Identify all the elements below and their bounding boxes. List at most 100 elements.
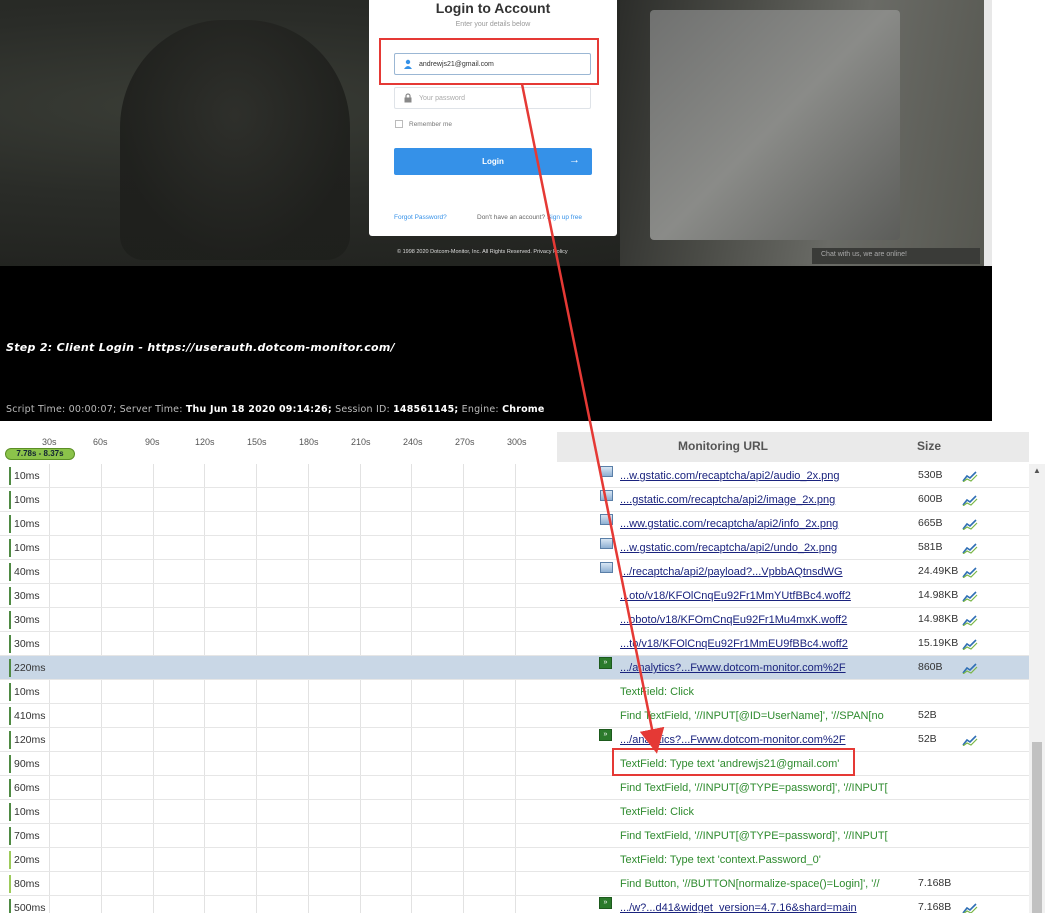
login-button[interactable]: Login → xyxy=(394,148,592,175)
timeline-tick: 90s xyxy=(145,437,160,447)
scroll-thumb[interactable] xyxy=(1032,742,1042,913)
no-account-text: Don't have an account? Sign up free xyxy=(477,214,582,221)
size-value: 52B xyxy=(918,733,937,745)
duration-bar xyxy=(9,539,11,557)
remember-me[interactable]: Remember me xyxy=(395,120,452,128)
size-value: 7.168B xyxy=(918,901,952,913)
url-column-header[interactable]: Monitoring URL xyxy=(678,439,768,453)
script-file-icon: » xyxy=(599,729,612,741)
timeline-tick: 150s xyxy=(247,437,267,447)
action-text: Find Button, '//BUTTON[normalize-space()… xyxy=(620,878,880,890)
trend-chart-icon[interactable] xyxy=(962,590,978,602)
password-placeholder: Your password xyxy=(419,94,466,102)
url-link[interactable]: .../analytics?...Fwww.dotcom-monitor.com… xyxy=(620,734,890,746)
image-file-icon xyxy=(600,466,613,477)
url-link[interactable]: .../analytics?...Fwww.dotcom-monitor.com… xyxy=(620,662,890,674)
trend-chart-icon[interactable] xyxy=(962,542,978,554)
duration-bar xyxy=(9,563,11,581)
trend-chart-icon[interactable] xyxy=(962,494,978,506)
action-text: Find TextField, '//INPUT[@ID=UserName]',… xyxy=(620,710,884,722)
duration-label: 10ms xyxy=(14,494,40,506)
size-column-header[interactable]: Size xyxy=(917,439,941,453)
timeline-tick: 240s xyxy=(403,437,423,447)
signup-link[interactable]: Sign up free xyxy=(547,214,582,221)
url-link[interactable]: ...oboto/v18/KFOmCnqEu92Fr1Mu4mxK.woff2 xyxy=(620,614,890,626)
action-text: TextField: Click xyxy=(620,686,694,698)
duration-label: 500ms xyxy=(14,902,46,913)
screenshot-scrollbar xyxy=(984,0,992,266)
image-file-icon xyxy=(600,490,613,501)
size-value: 530B xyxy=(918,469,943,481)
password-field[interactable]: Your password xyxy=(394,87,591,109)
url-link[interactable]: ...oto/v18/KFOlCnqEu92Fr1MmYUtfBBc4.woff… xyxy=(620,590,890,602)
url-link[interactable]: ...w.gstatic.com/recaptcha/api2/undo_2x.… xyxy=(620,542,890,554)
forgot-password-link[interactable]: Forgot Password? xyxy=(394,214,447,221)
duration-label: 120ms xyxy=(14,734,46,746)
login-card: Login to Account Enter your details belo… xyxy=(369,0,617,236)
chat-widget[interactable]: Chat with us, we are online! xyxy=(812,248,980,264)
url-table-header xyxy=(557,432,1029,462)
script-time-value: 00:00:07; xyxy=(68,404,117,415)
duration-bar xyxy=(9,515,11,533)
url-link[interactable]: .../recaptcha/api2/payload?...VpbbAQtnsd… xyxy=(620,566,890,578)
trend-chart-icon[interactable] xyxy=(962,662,978,674)
duration-bar xyxy=(9,635,11,653)
size-value: 860B xyxy=(918,661,943,673)
session-label: Session ID: xyxy=(335,404,390,415)
duration-label: 90ms xyxy=(14,758,40,770)
duration-label: 10ms xyxy=(14,518,40,530)
trend-chart-icon[interactable] xyxy=(962,638,978,650)
timeline-tick: 120s xyxy=(195,437,215,447)
duration-label: 70ms xyxy=(14,830,40,842)
duration-label: 20ms xyxy=(14,854,40,866)
range-badge[interactable]: 7.78s - 8.37s xyxy=(5,448,75,460)
duration-bar xyxy=(9,827,11,845)
timeline-tick: 60s xyxy=(93,437,108,447)
arrow-right-icon: → xyxy=(569,154,580,166)
duration-label: 30ms xyxy=(14,638,40,650)
duration-bar xyxy=(9,467,11,485)
duration-label: 410ms xyxy=(14,710,46,722)
trend-chart-icon[interactable] xyxy=(962,470,978,482)
trend-chart-icon[interactable] xyxy=(962,614,978,626)
timeline-tick: 180s xyxy=(299,437,319,447)
url-link[interactable]: .../w?...d41&widget_version=4.7.16&shard… xyxy=(620,902,890,913)
no-account-label: Don't have an account? xyxy=(477,214,546,221)
duration-bar xyxy=(9,755,11,773)
duration-bar xyxy=(9,683,11,701)
session-id-value: 148561145; xyxy=(393,404,459,415)
duration-label: 10ms xyxy=(14,542,40,554)
step-info-band: Step 2: Client Login - https://userauth.… xyxy=(0,266,992,421)
timeline-header: 30s 60s 90s 120s 150s 180s 210s 240s 270s 300s xyxy=(0,432,557,462)
url-link[interactable]: ...w.gstatic.com/recaptcha/api2/audio_2x… xyxy=(620,470,890,482)
size-value: 7.168B xyxy=(918,877,952,889)
script-info-line: Script Time: 00:00:07; Server Time: Thu … xyxy=(6,404,545,415)
duration-bar xyxy=(9,611,11,629)
remember-checkbox[interactable] xyxy=(395,120,403,128)
duration-bar xyxy=(9,899,11,913)
action-text: TextField: Type text 'context.Password_0… xyxy=(620,854,821,866)
duration-bar xyxy=(9,803,11,821)
background-person xyxy=(120,20,350,260)
engine-label: Engine: xyxy=(461,404,499,415)
duration-label: 80ms xyxy=(14,878,40,890)
duration-label: 30ms xyxy=(14,614,40,626)
trend-chart-icon[interactable] xyxy=(962,902,978,913)
email-highlight-box xyxy=(379,38,599,85)
script-file-icon: » xyxy=(599,897,612,909)
trend-chart-icon[interactable] xyxy=(962,734,978,746)
scroll-up-icon[interactable]: ▲ xyxy=(1033,466,1041,475)
image-file-icon xyxy=(600,538,613,549)
login-button-label: Login xyxy=(482,157,504,166)
duration-bar xyxy=(9,731,11,749)
duration-bar xyxy=(9,875,11,893)
url-link[interactable]: ...ww.gstatic.com/recaptcha/api2/info_2x… xyxy=(620,518,890,530)
trend-chart-icon[interactable] xyxy=(962,518,978,530)
url-link[interactable]: ...to/v18/KFOlCnqEu92Fr1MmEU9fBBc4.woff2 xyxy=(620,638,890,650)
duration-bar xyxy=(9,707,11,725)
timeline-tick: 270s xyxy=(455,437,475,447)
url-link[interactable]: ....gstatic.com/recaptcha/api2/image_2x.… xyxy=(620,494,890,506)
duration-label: 10ms xyxy=(14,470,40,482)
image-file-icon xyxy=(600,562,613,573)
trend-chart-icon[interactable] xyxy=(962,566,978,578)
